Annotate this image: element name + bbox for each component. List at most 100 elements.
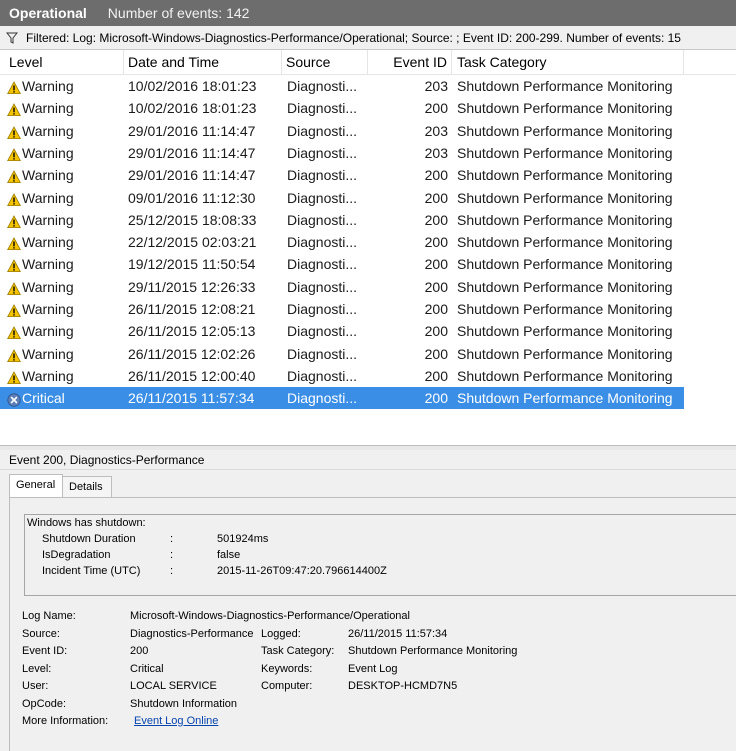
table-row[interactable]: Warning 26/11/2015 12:02:26 Diagnosti... 20… — [0, 343, 684, 365]
detail-title: Event 200, Diagnostics-Performance — [0, 450, 736, 470]
cell-date: 26/11/2015 12:02:26 — [128, 345, 256, 362]
cell-eventid: 203 — [424, 144, 448, 161]
warning-icon — [7, 124, 21, 139]
cell-source: Diagnosti... — [287, 189, 358, 206]
table-row[interactable]: Warning 29/01/2016 11:14:47 Diagnosti... 20… — [0, 142, 684, 164]
table-row[interactable]: Warning 19/12/2015 11:50:54 Diagnosti... 20… — [0, 253, 684, 275]
message-value: 2015-11-26T09:47:20.796614400Z — [217, 565, 387, 577]
message-value: 501924ms — [217, 533, 269, 545]
opcode-label: OpCode: — [22, 698, 67, 710]
cell-source: Diagnosti... — [287, 301, 358, 317]
cell-eventid: 200 — [424, 167, 448, 184]
event-message-box[interactable]: Windows has shutdown: Shutdown Duration … — [24, 514, 736, 596]
cell-taskcat: Shutdown Performance Monitoring — [457, 367, 673, 384]
table-row[interactable]: Warning 26/11/2015 12:05:13 Diagnosti... 20… — [0, 320, 684, 342]
cell-level: Warning — [22, 301, 74, 317]
cell-source: Diagnosti... — [287, 256, 358, 273]
cell-level: Warning — [22, 323, 74, 340]
message-label: IsDegradation — [42, 549, 111, 561]
computer-label: Computer: — [261, 680, 313, 692]
event-id-label: Event ID: — [22, 645, 68, 657]
message-value: false — [217, 549, 241, 561]
table-row[interactable]: Warning 29/01/2016 11:14:47 Diagnosti... 20… — [0, 120, 684, 142]
warning-icon — [7, 257, 21, 273]
cell-eventid: 200 — [424, 189, 448, 206]
table-row[interactable]: Warning 26/11/2015 12:08:21 Diagnosti... 20… — [0, 298, 684, 320]
table-row[interactable]: Warning 29/01/2016 11:14:47 Diagnosti... 20… — [0, 164, 684, 186]
table-row[interactable]: Critical 26/11/2015 11:57:34 Diagnosti... 2… — [0, 387, 684, 410]
cell-eventid: 200 — [424, 234, 448, 251]
cell-source: Diagnosti... — [287, 100, 358, 117]
opcode-value: Shutdown Information — [130, 698, 238, 710]
source-label: Source: — [22, 628, 60, 640]
cell-level: Warning — [22, 211, 74, 228]
cell-taskcat: Shutdown Performance Monitoring — [457, 256, 673, 273]
filter-bar: Filtered: Log: Microsoft-Windows-Diagnos… — [0, 27, 736, 50]
cell-eventid: 200 — [424, 323, 448, 340]
task-category-label: Task Category: — [261, 645, 335, 657]
column-header-taskcat[interactable]: Task Category — [452, 50, 684, 74]
cell-date: 29/01/2016 11:14:47 — [128, 167, 256, 184]
cell-source: Diagnosti... — [287, 234, 358, 251]
tab-details[interactable]: Details — [62, 476, 112, 498]
cell-taskcat: Shutdown Performance Monitoring — [457, 211, 673, 228]
column-header-date[interactable]: Date and Time — [124, 50, 282, 74]
cell-source: Diagnosti... — [287, 144, 358, 161]
message-label: Incident Time (UTC) — [42, 565, 141, 577]
table-row[interactable]: Warning 25/12/2015 18:08:33 Diagnosti... 20… — [0, 209, 684, 231]
critical-icon — [7, 391, 21, 407]
tab-general[interactable]: General — [9, 474, 63, 498]
table-row[interactable]: Warning 26/11/2015 12:00:40 Diagnosti... 20… — [0, 365, 684, 387]
cell-taskcat: Shutdown Performance Monitoring — [457, 189, 673, 206]
cell-eventid: 200 — [424, 100, 448, 117]
warning-icon — [7, 191, 21, 206]
keywords-label: Keywords: — [261, 663, 313, 675]
cell-source: Diagnosti... — [287, 345, 358, 362]
cell-level: Warning — [22, 367, 74, 384]
cell-taskcat: Shutdown Performance Monitoring — [457, 100, 673, 117]
log-name-label: Log Name: — [22, 610, 76, 622]
logged-value: 26/11/2015 11:57:34 — [348, 628, 448, 640]
cell-taskcat: Shutdown Performance Monitoring — [457, 345, 673, 362]
event-count: Number of events: 142 — [107, 5, 250, 21]
cell-source: Diagnosti... — [287, 78, 358, 94]
warning-icon — [7, 213, 21, 228]
cell-level: Warning — [22, 100, 74, 117]
table-row[interactable]: Warning 29/11/2015 12:26:33 Diagnosti... 20… — [0, 276, 684, 298]
user-value: LOCAL SERVICE — [130, 680, 217, 692]
cell-taskcat: Shutdown Performance Monitoring — [457, 234, 673, 251]
cell-eventid: 200 — [424, 345, 448, 362]
cell-eventid: 200 — [424, 367, 448, 384]
cell-eventid: 200 — [424, 256, 448, 273]
cell-level: Warning — [22, 278, 74, 295]
cell-taskcat: Shutdown Performance Monitoring — [457, 144, 673, 161]
cell-date: 29/01/2016 11:14:47 — [128, 144, 256, 161]
column-header-eventid[interactable]: Event ID — [368, 50, 452, 74]
cell-eventid: 200 — [424, 301, 448, 317]
table-row[interactable]: Warning 10/02/2016 18:01:23 Diagnosti... 20… — [0, 97, 684, 119]
cell-level: Warning — [22, 189, 74, 206]
event-log-online-link[interactable]: Event Log Online — [134, 715, 218, 727]
cell-date: 09/01/2016 11:12:30 — [128, 189, 256, 206]
warning-icon — [7, 369, 21, 384]
cell-taskcat: Shutdown Performance Monitoring — [457, 78, 673, 94]
warning-icon — [7, 235, 21, 251]
cell-level: Warning — [22, 167, 74, 184]
cell-eventid: 200 — [424, 390, 448, 407]
cell-taskcat: Shutdown Performance Monitoring — [457, 167, 673, 184]
cell-date: 19/12/2015 11:50:54 — [128, 256, 256, 273]
cell-date: 26/11/2015 11:57:34 — [128, 390, 255, 407]
cell-taskcat: Shutdown Performance Monitoring — [457, 301, 673, 317]
table-row[interactable]: Warning 22/12/2015 02:03:21 Diagnosti... 20… — [0, 231, 684, 253]
cell-taskcat: Shutdown Performance Monitoring — [457, 278, 673, 295]
table-row[interactable]: Warning 10/02/2016 18:01:23 Diagnosti... 20… — [0, 75, 684, 97]
cell-level: Warning — [22, 144, 74, 161]
cell-taskcat: Shutdown Performance Monitoring — [457, 390, 673, 407]
column-header-source[interactable]: Source — [282, 50, 368, 74]
message-sep: : — [170, 533, 174, 545]
warning-icon — [7, 347, 21, 362]
column-header-level[interactable]: Level — [0, 50, 124, 74]
table-row[interactable]: Warning 09/01/2016 11:12:30 Diagnosti... 20… — [0, 187, 684, 209]
cell-date: 10/02/2016 18:01:23 — [128, 100, 257, 117]
grid-header: Level Date and Time Source Event ID Task… — [0, 50, 736, 75]
